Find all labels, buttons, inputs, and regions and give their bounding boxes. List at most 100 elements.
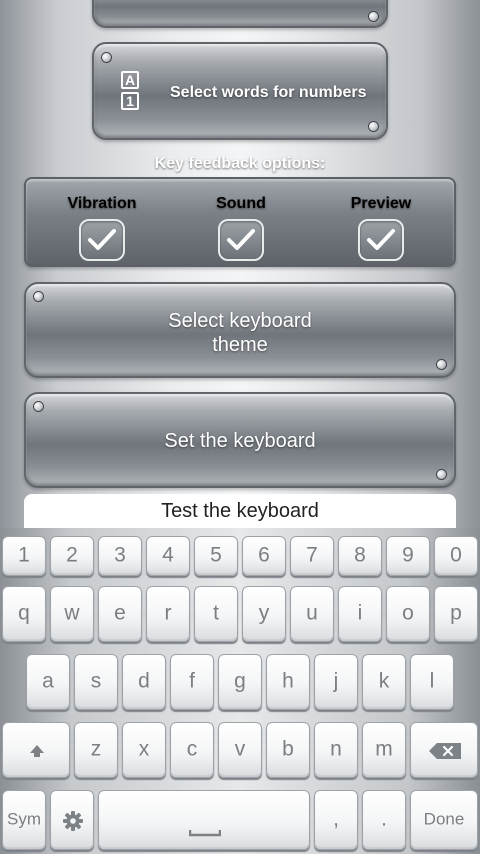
screw-decoration	[369, 12, 378, 21]
period-key[interactable]: .	[362, 790, 406, 850]
settings-key[interactable]	[50, 790, 94, 850]
key-label: 8	[354, 543, 366, 567]
key-l[interactable]: l	[410, 654, 454, 710]
key-w[interactable]: w	[50, 586, 94, 642]
key-label: i	[357, 601, 363, 625]
key-o[interactable]: o	[386, 586, 430, 642]
key-s[interactable]: s	[74, 654, 118, 710]
key-label: 3	[114, 543, 126, 567]
backspace-key[interactable]	[410, 722, 478, 778]
done-key[interactable]: Done	[410, 790, 478, 850]
backspace-icon	[429, 743, 461, 759]
key-j[interactable]: j	[314, 654, 358, 710]
key-5[interactable]: 5	[194, 536, 238, 576]
top-menu-button[interactable]	[92, 0, 388, 28]
sym-key[interactable]: Sym	[2, 790, 46, 850]
key-p[interactable]: p	[434, 586, 478, 642]
key-label: 5	[210, 543, 222, 567]
key-7[interactable]: 7	[290, 536, 334, 576]
key-c[interactable]: c	[170, 722, 214, 778]
key-label: w	[64, 601, 80, 625]
key-label: d	[138, 669, 150, 693]
key-label: g	[234, 669, 246, 693]
key-label: y	[258, 601, 270, 625]
key-i[interactable]: i	[338, 586, 382, 642]
numbers-words-icon: A 1	[121, 71, 141, 113]
key-label: r	[164, 601, 172, 625]
key-label: m	[375, 737, 393, 761]
comma-key[interactable]: ,	[314, 790, 358, 850]
key-label: q	[18, 601, 30, 625]
sound-label: Sound	[216, 195, 266, 212]
vibration-label: Vibration	[67, 195, 137, 212]
key-label: 2	[66, 543, 78, 567]
test-keyboard-input[interactable]: Test the keyboard	[24, 494, 456, 528]
key-6[interactable]: 6	[242, 536, 286, 576]
sound-checkbox[interactable]	[218, 219, 264, 261]
key-y[interactable]: y	[242, 586, 286, 642]
shift-icon	[30, 745, 44, 757]
key-k[interactable]: k	[362, 654, 406, 710]
key-label: s	[90, 669, 102, 693]
key-v[interactable]: v	[218, 722, 262, 778]
key-b[interactable]: b	[266, 722, 310, 778]
key-n[interactable]: n	[314, 722, 358, 778]
key-4[interactable]: 4	[146, 536, 190, 576]
key-u[interactable]: u	[290, 586, 334, 642]
space-key[interactable]	[98, 790, 310, 850]
key-feedback-title: Key feedback options:	[154, 155, 326, 172]
key-f[interactable]: f	[170, 654, 214, 710]
key-0[interactable]: 0	[434, 536, 478, 576]
key-label: 9	[402, 543, 414, 567]
key-g[interactable]: g	[218, 654, 262, 710]
key-label: z	[90, 737, 102, 761]
key-a[interactable]: a	[26, 654, 70, 710]
key-label: 1	[18, 543, 30, 567]
screw-decoration	[102, 53, 111, 62]
icon-number: 1	[121, 92, 139, 110]
key-feedback-panel: Vibration Sound Preview	[24, 177, 456, 267]
key-h[interactable]: h	[266, 654, 310, 710]
key-label: t	[213, 601, 219, 625]
select-keyboard-theme-button[interactable]: Select keyboard theme	[24, 282, 456, 378]
select-words-for-numbers-button[interactable]: A 1 Select words for numbers	[92, 42, 388, 140]
set-keyboard-button[interactable]: Set the keyboard	[24, 392, 456, 488]
key-r[interactable]: r	[146, 586, 190, 642]
vibration-option: Vibration	[52, 195, 152, 261]
key-3[interactable]: 3	[98, 536, 142, 576]
key-label: p	[450, 601, 462, 625]
key-label: k	[378, 669, 390, 693]
sound-option: Sound	[191, 195, 291, 261]
gear-icon	[63, 811, 83, 831]
key-label: e	[114, 601, 126, 625]
key-label: Sym	[7, 809, 41, 829]
key-q[interactable]: q	[2, 586, 46, 642]
key-label: 4	[162, 543, 174, 567]
key-2[interactable]: 2	[50, 536, 94, 576]
key-e[interactable]: e	[98, 586, 142, 642]
key-label: n	[330, 737, 342, 761]
key-label: b	[282, 737, 294, 761]
vibration-checkbox[interactable]	[79, 219, 125, 261]
key-t[interactable]: t	[194, 586, 238, 642]
theme-label-line1: Select keyboard	[168, 310, 312, 332]
key-label: 7	[306, 543, 318, 567]
checkmark-icon	[227, 229, 255, 250]
key-label: 0	[450, 543, 462, 567]
preview-checkbox[interactable]	[358, 219, 404, 261]
key-1[interactable]: 1	[2, 536, 46, 576]
screw-decoration	[369, 122, 378, 131]
key-9[interactable]: 9	[386, 536, 430, 576]
preview-label: Preview	[350, 195, 412, 212]
key-x[interactable]: x	[122, 722, 166, 778]
key-label: o	[402, 601, 414, 625]
key-z[interactable]: z	[74, 722, 118, 778]
key-8[interactable]: 8	[338, 536, 382, 576]
theme-label-line2: theme	[212, 334, 268, 356]
key-label: j	[333, 669, 339, 693]
key-label: f	[189, 669, 195, 693]
shift-key[interactable]	[2, 722, 70, 778]
key-d[interactable]: d	[122, 654, 166, 710]
select-words-for-numbers-label: Select words for numbers	[170, 84, 367, 101]
key-m[interactable]: m	[362, 722, 406, 778]
